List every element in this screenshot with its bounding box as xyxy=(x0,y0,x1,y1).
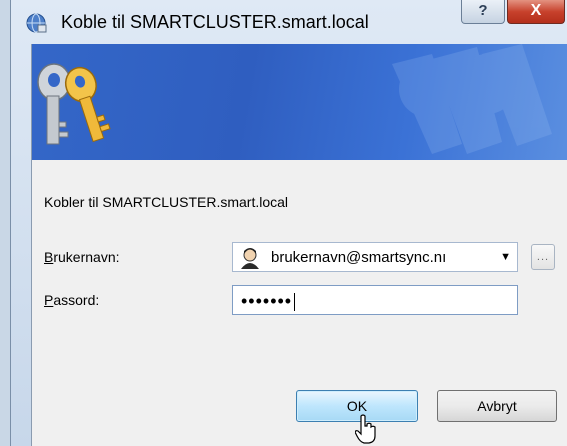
username-value: brukernavn@smartsync.nı xyxy=(271,249,447,266)
dialog-client-area: Kobler til SMARTCLUSTER.smart.local Bruk… xyxy=(31,44,567,446)
username-label: Brukernavn: xyxy=(44,249,120,265)
help-button[interactable]: ? xyxy=(461,0,505,24)
password-label-rest: assord: xyxy=(53,292,100,308)
password-dots: ••••••• xyxy=(241,291,293,311)
text-caret xyxy=(294,293,296,312)
keys-banner-icon xyxy=(37,44,552,154)
password-input[interactable]: ••••••• xyxy=(232,285,518,315)
username-label-accesskey: B xyxy=(44,249,54,265)
password-masked-value: ••••••• xyxy=(241,291,296,312)
username-combobox[interactable]: brukernavn@smartsync.nı ▼ xyxy=(232,242,518,272)
password-label-accesskey: P xyxy=(44,292,54,308)
header-banner xyxy=(32,44,567,160)
connecting-to-text: Kobler til SMARTCLUSTER.smart.local xyxy=(44,194,289,210)
dialog-window: Koble til SMARTCLUSTER.smart.local ? X K… xyxy=(10,0,567,446)
cancel-button[interactable]: Avbryt xyxy=(437,390,557,422)
dropdown-arrow-icon[interactable]: ▼ xyxy=(500,251,511,263)
title-bar[interactable]: Koble til SMARTCLUSTER.smart.local ? X xyxy=(11,0,567,44)
hand-pointer-cursor-icon xyxy=(355,414,376,444)
user-avatar-icon xyxy=(239,247,261,269)
close-button[interactable]: X xyxy=(507,0,565,24)
username-label-rest: rukernavn: xyxy=(53,249,120,265)
password-label: Passord: xyxy=(44,292,99,308)
window-title: Koble til SMARTCLUSTER.smart.local xyxy=(61,12,369,32)
browse-users-button[interactable]: ... xyxy=(531,244,555,270)
network-globe-icon xyxy=(25,12,47,34)
